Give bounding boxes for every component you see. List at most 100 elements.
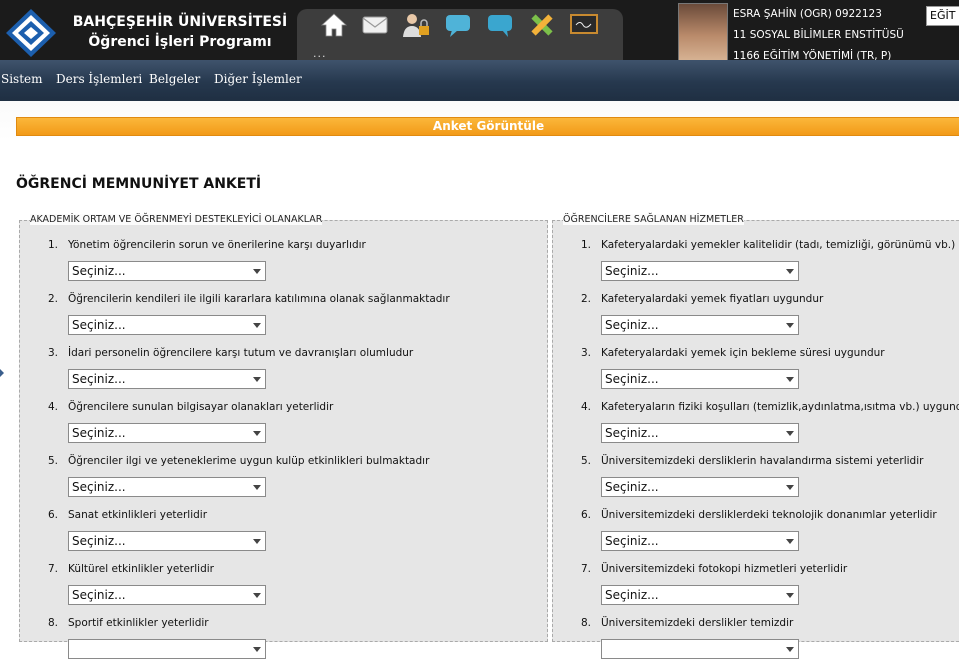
- question-text: Kafeteryalardaki yemek fiyatları uygundu…: [601, 293, 824, 305]
- user-name: ESRA ŞAHİN (OGR) 0922123: [733, 8, 882, 20]
- question-text: Yönetim öğrencilerin sorun ve önerilerin…: [68, 239, 366, 251]
- answer-dropdown-value: Seçiniz...: [72, 588, 126, 602]
- answer-dropdown-value: Seçiniz...: [605, 318, 659, 332]
- chevron-down-icon: [253, 593, 261, 598]
- answer-dropdown[interactable]: Seçiniz...: [68, 477, 266, 497]
- question-text: Kafeteryalardaki yemekler kalitelidir (t…: [601, 239, 956, 251]
- question-number: 1.: [580, 239, 591, 251]
- panel-legend: ÖĞRENCİLERE SAĞLANAN HİZMETLER: [563, 214, 744, 225]
- question-text: Öğrencilerin kendileri ile ilgili kararl…: [68, 293, 450, 305]
- panel-legend: AKADEMİK ORTAM VE ÖĞRENMEYİ DESTEKLEYİCİ…: [30, 214, 323, 225]
- nav-item-belgeler[interactable]: Belgeler: [149, 72, 200, 86]
- answer-dropdown-value: Seçiniz...: [72, 264, 126, 278]
- question-number: 7.: [580, 563, 591, 575]
- answer-dropdown[interactable]: Seçiniz...: [601, 261, 799, 281]
- side-panel-toggle[interactable]: [0, 369, 4, 377]
- chat-bubble-icon[interactable]: [485, 11, 515, 39]
- answer-dropdown-value: Seçiniz...: [605, 534, 659, 548]
- quick-toolbar: ...: [297, 9, 623, 65]
- question-number: 7.: [47, 563, 58, 575]
- question-text: İdari personelin öğrencilere karşı tutum…: [68, 347, 414, 359]
- nav-item-sistem[interactable]: Sistem: [1, 72, 43, 86]
- university-name-line1: BAHÇEŞEHİR ÜNİVERSİTESİ: [72, 14, 288, 30]
- answer-dropdown[interactable]: [601, 639, 799, 659]
- answer-dropdown[interactable]: Seçiniz...: [68, 585, 266, 605]
- chevron-down-icon: [253, 431, 261, 436]
- question-text: Öğrencilere sunulan bilgisayar olanaklar…: [68, 401, 334, 413]
- user-info: ESRA ŞAHİN (OGR) 0922123 11 SOSYAL BİLİM…: [733, 4, 904, 67]
- answer-dropdown[interactable]: Seçiniz...: [68, 423, 266, 443]
- answer-dropdown[interactable]: Seçiniz...: [601, 423, 799, 443]
- answer-dropdown[interactable]: Seçiniz...: [601, 477, 799, 497]
- question-text: Sanat etkinlikleri yeterlidir: [68, 509, 208, 521]
- panel-services: ÖĞRENCİLERE SAĞLANAN HİZMETLER 1. Kafeter…: [552, 214, 959, 659]
- chat-bubble-icon[interactable]: [443, 11, 473, 39]
- question-text: Öğrenciler ilgi ve yeteneklerime uygun k…: [68, 455, 430, 467]
- question-number: 4.: [47, 401, 58, 413]
- chevron-down-icon: [786, 593, 794, 598]
- question-text: Kültürel etkinlikler yeterlidir: [68, 563, 214, 575]
- chevron-down-icon: [253, 539, 261, 544]
- chalkboard-icon[interactable]: [569, 11, 599, 39]
- question-text: Sportif etkinlikler yeterlidir: [68, 617, 209, 629]
- home-icon[interactable]: [319, 11, 349, 39]
- answer-dropdown-value: Seçiniz...: [72, 318, 126, 332]
- question-number: 1.: [47, 239, 58, 251]
- question-text: Üniversitemizdeki dersliklerdeki teknolo…: [601, 509, 937, 521]
- survey-title: ÖĞRENCİ MEMNUNİYET ANKETİ: [16, 176, 262, 192]
- answer-dropdown-value: Seçiniz...: [72, 426, 126, 440]
- question-number: 5.: [47, 455, 58, 467]
- question-number: 6.: [580, 509, 591, 521]
- chevron-down-icon: [253, 647, 261, 652]
- university-logo-icon: [6, 9, 56, 57]
- mail-icon[interactable]: [360, 11, 390, 39]
- answer-dropdown-value: Seçiniz...: [72, 534, 126, 548]
- answer-dropdown-value: Seçiniz...: [605, 480, 659, 494]
- question-number: 2.: [47, 293, 58, 305]
- question-text: Kafeteryaların fiziki koşulları (temizli…: [601, 401, 959, 413]
- nav-item-ders-islemleri[interactable]: Ders İşlemleri: [56, 72, 142, 86]
- answer-dropdown-value: Seçiniz...: [605, 426, 659, 440]
- university-name-line2: Öğrenci İşleri Programı: [88, 34, 272, 50]
- chevron-down-icon: [253, 377, 261, 382]
- university-name: BAHÇEŞEHİR ÜNİVERSİTESİ Öğrenci İşleri P…: [72, 12, 288, 52]
- question-text: Üniversitemizdeki derslikler temizdir: [601, 617, 794, 629]
- question-text: Kafeteryalardaki yemek için bekleme süre…: [601, 347, 885, 359]
- question-number: 3.: [47, 347, 58, 359]
- answer-dropdown[interactable]: Seçiniz...: [68, 369, 266, 389]
- chevron-down-icon: [253, 485, 261, 490]
- question-number: 8.: [47, 617, 58, 629]
- answer-dropdown[interactable]: Seçiniz...: [601, 531, 799, 551]
- chevron-down-icon: [786, 539, 794, 544]
- question-text: Üniversitemizdeki dersliklerin havalandı…: [601, 455, 924, 467]
- chevron-down-icon: [786, 269, 794, 274]
- language-select[interactable]: EĞİT: [926, 6, 959, 26]
- main-content: Anket Görüntüle ÖĞRENCİ MEMNUNİYET ANKET…: [0, 101, 959, 659]
- section-title: Anket Görüntüle: [432, 119, 545, 133]
- toolbar-more[interactable]: ...: [313, 47, 327, 60]
- answer-dropdown-value: Seçiniz...: [605, 264, 659, 278]
- chevron-down-icon: [253, 323, 261, 328]
- chevron-down-icon: [786, 485, 794, 490]
- chevron-down-icon: [786, 323, 794, 328]
- answer-dropdown[interactable]: Seçiniz...: [68, 531, 266, 551]
- answer-dropdown[interactable]: Seçiniz...: [68, 315, 266, 335]
- answer-dropdown-value: Seçiniz...: [605, 588, 659, 602]
- answer-dropdown[interactable]: Seçiniz...: [601, 369, 799, 389]
- chevron-down-icon: [786, 431, 794, 436]
- answer-dropdown[interactable]: Seçiniz...: [601, 585, 799, 605]
- section-header: Anket Görüntüle: [16, 117, 959, 136]
- answer-dropdown[interactable]: [68, 639, 266, 659]
- chevron-down-icon: [786, 377, 794, 382]
- user-lock-icon[interactable]: [401, 11, 431, 39]
- user-institute: 11 SOSYAL BİLİMLER ENSTİTÜSÜ: [733, 29, 904, 41]
- answer-dropdown[interactable]: Seçiniz...: [601, 315, 799, 335]
- answer-dropdown-value: Seçiniz...: [72, 480, 126, 494]
- pencil-ruler-icon[interactable]: [527, 11, 557, 39]
- answer-dropdown-value: Seçiniz...: [605, 372, 659, 386]
- nav-item-diger-islemler[interactable]: Diğer İşlemler: [214, 72, 302, 86]
- question-number: 8.: [580, 617, 591, 629]
- answer-dropdown[interactable]: Seçiniz...: [68, 261, 266, 281]
- main-nav: Sistem Ders İşlemleri Belgeler Diğer İşl…: [0, 60, 959, 101]
- top-header: BAHÇEŞEHİR ÜNİVERSİTESİ Öğrenci İşleri P…: [0, 0, 959, 65]
